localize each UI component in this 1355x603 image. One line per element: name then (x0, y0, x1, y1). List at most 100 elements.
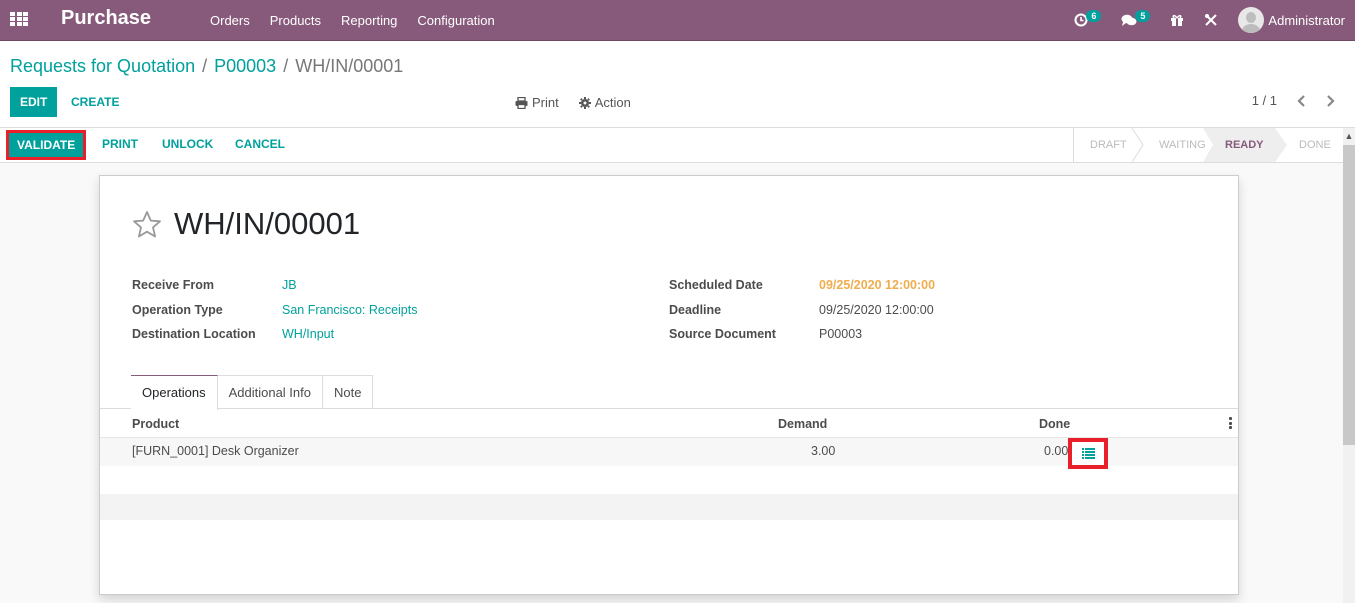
activity-button[interactable]: 6 (1074, 10, 1102, 27)
source-document-value: P00003 (819, 327, 863, 342)
app-brand: Purchase (61, 7, 152, 29)
create-button[interactable]: CREATE (61, 87, 129, 117)
menu-item-configuration[interactable]: Configuration (407, 13, 504, 28)
field-label: Operation Type (132, 302, 223, 317)
done-cell: 0.00 (1044, 444, 1069, 458)
main-menu: Orders Products Reporting Configuration (200, 0, 505, 40)
notebook-tabs: Operations Additional Info Note (131, 375, 374, 410)
print-dropdown[interactable]: Print (515, 95, 559, 110)
field-destination-location: Destination Location WH/Input (132, 322, 417, 347)
column-demand[interactable]: Demand (778, 417, 827, 431)
printer-icon (515, 96, 528, 109)
control-panel: Requests for Quotation / P00003 / WH/IN/… (0, 41, 1355, 128)
breadcrumb-current: WH/IN/00001 (295, 56, 404, 76)
list-icon (1081, 448, 1095, 459)
avatar (1238, 7, 1265, 33)
activity-count-badge: 6 (1086, 10, 1102, 22)
breadcrumb: Requests for Quotation / P00003 / WH/IN/… (10, 56, 403, 77)
receive-from-link[interactable]: JB (282, 278, 297, 292)
print-button[interactable]: PRINT (102, 137, 138, 151)
tools-button[interactable] (1204, 13, 1218, 27)
tab-additional-info[interactable]: Additional Info (216, 375, 323, 409)
breadcrumb-separator: / (202, 56, 208, 76)
breadcrumb-separator: / (283, 56, 289, 76)
field-deadline: Deadline 09/25/2020 12:00:00 (669, 298, 935, 323)
form-sheet: WH/IN/00001 Receive From JB Operation Ty… (99, 175, 1239, 595)
vertical-scrollbar[interactable]: ▲ (1343, 128, 1355, 603)
user-menu[interactable]: Administrator (1238, 7, 1345, 33)
scroll-thumb[interactable] (1343, 145, 1355, 445)
field-receive-from: Receive From JB (132, 273, 417, 298)
stage-ready[interactable]: READY (1203, 128, 1287, 162)
product-cell: [FURN_0001] Desk Organizer (132, 444, 299, 458)
stage-done[interactable]: DONE (1287, 128, 1343, 162)
field-label: Receive From (132, 278, 214, 293)
stage-draft[interactable]: DRAFT (1074, 128, 1137, 162)
chevron-right-icon[interactable] (1325, 94, 1335, 107)
chevron-left-icon[interactable] (1297, 94, 1307, 107)
tools-icon (1205, 14, 1218, 26)
optional-columns-icon[interactable] (1229, 417, 1232, 429)
deadline-value: 09/25/2020 12:00:00 (819, 302, 934, 317)
sidebar-buttons: Print Action (515, 95, 651, 110)
menu-item-orders[interactable]: Orders (200, 13, 260, 28)
messages-count-badge: 5 (1135, 10, 1151, 22)
tab-note[interactable]: Note (322, 375, 374, 409)
gift-button[interactable] (1170, 13, 1184, 27)
edit-button[interactable]: EDIT (10, 87, 58, 117)
form-header: VALIDATE PRINT UNLOCK CANCEL DRAFT WAITI… (0, 128, 1343, 163)
menu-item-reporting[interactable]: Reporting (331, 13, 407, 28)
destination-location-link[interactable]: WH/Input (282, 327, 334, 341)
pager-value[interactable]: 1 / 1 (1252, 93, 1277, 108)
field-scheduled-date: Scheduled Date 09/25/2020 12:00:00 (669, 273, 935, 298)
stage-label: DONE (1299, 139, 1331, 151)
column-product[interactable]: Product (132, 417, 179, 431)
field-label: Source Document (669, 327, 776, 342)
table-header: Product Demand Done (100, 409, 1238, 438)
top-navbar: Purchase Orders Products Reporting Confi… (0, 0, 1355, 41)
stage-label: READY (1225, 139, 1264, 151)
field-operation-type: Operation Type San Francisco: Receipts (132, 298, 417, 323)
breadcrumb-rfq[interactable]: Requests for Quotation (10, 56, 195, 77)
gear-icon (578, 96, 591, 109)
validate-highlight: VALIDATE (6, 130, 87, 160)
table-row[interactable]: [FURN_0001] Desk Organizer 3.00 0.00 (100, 438, 1238, 469)
field-label: Destination Location (132, 327, 256, 342)
print-label: Print (532, 95, 559, 110)
scroll-up-icon[interactable]: ▲ (1343, 128, 1355, 144)
statusbar: DRAFT WAITING READY DONE (1073, 128, 1343, 162)
right-field-group: Scheduled Date 09/25/2020 12:00:00 Deadl… (669, 273, 935, 347)
stage-label: WAITING (1159, 139, 1206, 151)
tab-operations[interactable]: Operations (131, 375, 218, 410)
operations-table: Product Demand Done [FURN_0001] Desk Org… (100, 409, 1238, 520)
gift-icon (1171, 14, 1184, 26)
validate-button[interactable]: VALIDATE (9, 133, 84, 157)
action-label: Action (594, 95, 631, 110)
action-dropdown[interactable]: Action (578, 95, 631, 110)
star-icon[interactable] (132, 210, 162, 238)
apps-grid-icon[interactable] (10, 12, 28, 26)
user-name: Administrator (1268, 12, 1345, 28)
demand-cell: 3.00 (811, 444, 836, 458)
stage-waiting[interactable]: WAITING (1137, 128, 1209, 162)
column-done[interactable]: Done (1039, 417, 1070, 431)
left-field-group: Receive From JB Operation Type San Franc… (132, 273, 417, 347)
messages-button[interactable]: 5 (1121, 10, 1151, 27)
field-label: Deadline (669, 302, 722, 317)
detailed-operations-button[interactable] (1068, 438, 1108, 469)
record-title-row: WH/IN/00001 (132, 206, 360, 242)
unlock-button[interactable]: UNLOCK (162, 137, 213, 151)
pager: 1 / 1 (1252, 93, 1335, 108)
record-title: WH/IN/00001 (174, 206, 361, 241)
cancel-button[interactable]: CANCEL (235, 137, 285, 151)
menu-item-products[interactable]: Products (260, 13, 331, 28)
field-label: Scheduled Date (669, 278, 763, 293)
field-source-document: Source Document P00003 (669, 322, 935, 347)
stage-label: DRAFT (1090, 139, 1127, 151)
scheduled-date-value: 09/25/2020 12:00:00 (819, 278, 936, 293)
empty-row (100, 494, 1238, 520)
operation-type-link[interactable]: San Francisco: Receipts (282, 303, 417, 317)
breadcrumb-po[interactable]: P00003 (214, 56, 276, 77)
systray: 6 5 Administrator (1074, 0, 1345, 40)
empty-row (100, 466, 1238, 494)
